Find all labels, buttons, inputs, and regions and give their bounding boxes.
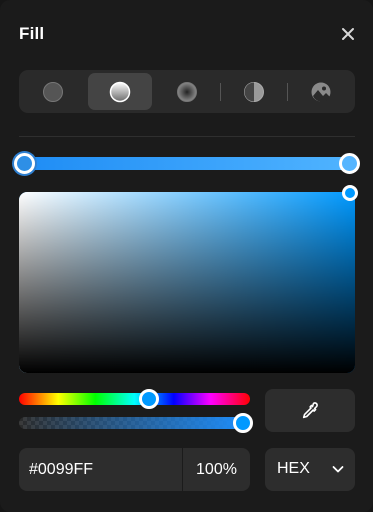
opacity-slider-fill	[19, 417, 250, 429]
gradient-stop-end[interactable]	[339, 153, 360, 174]
tab-image-fill[interactable]	[289, 73, 353, 110]
color-picker-handle[interactable]	[342, 185, 358, 201]
hex-input[interactable]: #0099FF	[19, 448, 182, 491]
fill-type-tabs	[19, 70, 355, 113]
solid-fill-icon	[43, 81, 63, 102]
close-button[interactable]	[337, 23, 359, 45]
brightness-overlay	[19, 192, 355, 373]
fill-panel: Fill #0099FF 100% HEX	[0, 0, 373, 512]
saturation-brightness-area[interactable]	[19, 192, 355, 373]
panel-title: Fill	[19, 24, 45, 43]
tab-divider	[287, 83, 288, 101]
opacity-input[interactable]: 100%	[183, 448, 250, 491]
gradient-bar[interactable]	[25, 157, 349, 170]
opacity-slider-handle[interactable]	[233, 413, 253, 433]
gradient-stop-start[interactable]	[14, 153, 35, 174]
color-value-field: #0099FF 100%	[19, 448, 250, 491]
close-icon	[342, 28, 354, 40]
radial-gradient-icon	[177, 81, 197, 102]
linear-gradient-icon	[109, 81, 131, 102]
eyedropper-icon	[302, 401, 318, 418]
hue-slider[interactable]	[19, 393, 250, 405]
color-format-label: HEX	[277, 460, 310, 477]
image-fill-icon	[311, 82, 331, 102]
tab-radial-gradient[interactable]	[155, 73, 219, 110]
tab-divider	[220, 83, 221, 101]
tab-angular-gradient[interactable]	[222, 73, 286, 110]
eyedropper-button[interactable]	[265, 389, 355, 432]
hue-slider-handle[interactable]	[139, 389, 159, 409]
section-divider	[19, 136, 355, 137]
chevron-down-icon	[332, 466, 344, 473]
opacity-slider[interactable]	[19, 417, 250, 429]
tab-solid[interactable]	[21, 73, 85, 110]
tab-linear-gradient[interactable]	[88, 73, 152, 110]
color-format-select[interactable]: HEX	[265, 448, 355, 491]
angular-gradient-icon	[244, 81, 264, 102]
